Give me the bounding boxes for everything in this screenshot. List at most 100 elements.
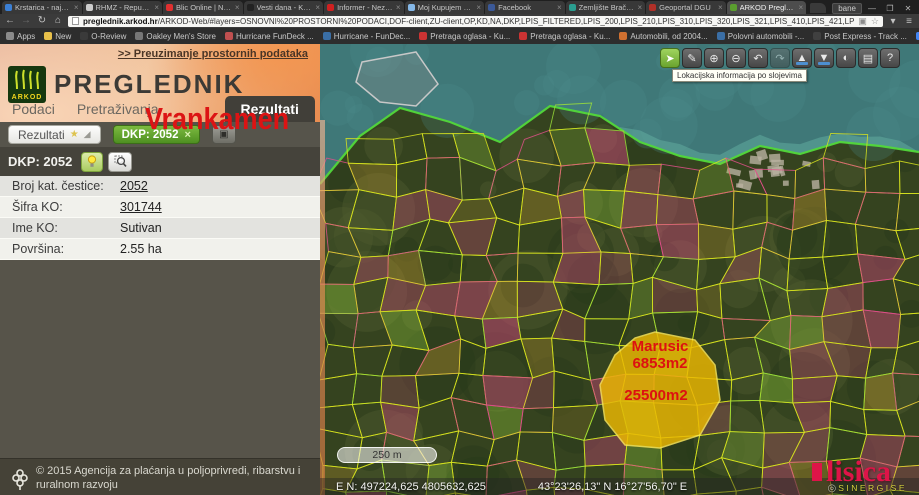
tab-close-icon[interactable]: × [637,4,642,11]
zoom-to-parcel-button[interactable] [108,152,132,172]
browser-tab[interactable]: Informer - Nezavisne...× [324,1,404,14]
bookmark-label: O-Review [91,32,126,41]
tab-label: ARKOD Preglednik [740,3,796,12]
field-label: Površina: [12,242,120,256]
map-shape [678,315,695,332]
bookmark-favicon [619,32,627,40]
home-icon[interactable]: ⌂ [52,15,64,27]
scale-bar: 250 m [337,447,437,463]
new-tab-button[interactable] [810,3,826,13]
map-shape [864,373,897,410]
bookmark-item[interactable]: Pretraga oglasa - Ku... [419,32,510,41]
tab-favicon-icon [488,4,495,11]
map-viewport[interactable]: Marusic 6853m2 25500m2 ➤✎⊕⊖↶↷▲▼◐▤? Lokac… [320,44,919,495]
tab-favicon-icon [247,4,254,11]
map-shape [621,191,658,228]
bookmark-item[interactable]: Pretraga oglasa - Ku... [519,32,610,41]
tab-label: Zemljište Brač produ... [579,3,635,12]
download-spatial-data-link[interactable]: >> Preuzimanje prostornih podataka [118,48,308,60]
reload-icon[interactable]: ↻ [36,15,48,27]
bookmark-item[interactable]: New [44,32,71,41]
tab-favicon-icon [730,4,737,11]
map-shape [656,224,698,260]
tab-strip: Krstarica - najveća p...×RHMZ - Republič… [0,1,807,14]
browser-tab[interactable]: Krstarica - najveća p...× [2,1,82,14]
tab-label: Facebook [498,3,554,12]
map-shape [320,284,358,314]
panel-footer: © 2015 Agencija za plaćanja u poljoprivr… [0,458,320,495]
maximize-button[interactable]: ❐ [882,3,898,14]
bookmark-item[interactable]: Polovni automobili -... [717,32,804,41]
browser-tab[interactable]: Moj Kupujem Prodaj...× [405,1,485,14]
draw-measure-tool[interactable]: ✎ [682,48,702,68]
help-tool[interactable]: ? [880,48,900,68]
bookmark-favicon [519,32,527,40]
tab-close-icon[interactable]: × [396,4,401,11]
tab-close-icon[interactable]: × [315,4,320,11]
overview-globe-tool[interactable]: ◐ [836,48,856,68]
location-info-tool[interactable]: ➤ [660,48,680,68]
browser-tab[interactable]: ARKOD Preglednik× [727,1,807,14]
window-controls: bane — ❐ ✕ [832,3,919,14]
plugin-icon[interactable]: ▣ [858,16,867,27]
previous-extent-tool[interactable]: ↶ [748,48,768,68]
browser-tab[interactable]: Geoportal DGU× [646,1,726,14]
browser-tab[interactable]: Facebook× [485,1,565,14]
close-button[interactable]: ✕ [900,3,916,14]
forward-icon[interactable]: → [20,15,32,27]
selected-parcel-label: DKP: 2052 [8,154,72,169]
copyright-text: © 2015 Agencija za plaćanja u poljoprivr… [36,465,300,491]
browser-tab[interactable]: RHMZ - Republički hi...× [83,1,163,14]
map-shape [557,75,606,124]
zoom-in-tool[interactable]: ⊕ [704,48,724,68]
profile-button[interactable]: bane [832,3,862,14]
bookmark-label: Automobili, od 2004... [630,32,707,41]
tab-close-icon[interactable]: × [235,4,240,11]
results-star-icon: ★ [70,129,79,140]
tab-close-icon[interactable]: × [154,4,159,11]
field-value[interactable]: 301744 [120,200,162,214]
wheat-icon [13,69,41,91]
back-icon[interactable]: ← [4,15,16,27]
parcel-name-label: Marusic [632,338,689,355]
bookmark-label: Pretraga oglasa - Ku... [530,32,610,41]
bookmark-item[interactable]: Oakley Men's Store [135,32,216,41]
zoom-to-extent-tool[interactable]: ▲ [792,48,812,68]
map-shape [817,152,837,172]
bookmark-star-icon[interactable]: ☆ [871,16,879,27]
url-input[interactable]: preglednik.arkod.hr/ARKOD-Web/#layers=OS… [68,16,883,27]
field-value[interactable]: 2052 [120,179,148,193]
minimize-button[interactable]: — [864,3,880,14]
tab-favicon-icon [86,4,93,11]
bookmark-item[interactable]: Post Express - Track ... [813,32,907,41]
zoom-to-scale-tool[interactable]: ▼ [814,48,834,68]
print-tool[interactable]: ▤ [858,48,878,68]
results-dropdown[interactable]: Rezultati ★ ◢ [8,125,101,144]
zoom-out-tool[interactable]: ⊖ [726,48,746,68]
bookmark-item[interactable]: Automobili, od 2004... [619,32,707,41]
tab-close-icon[interactable]: × [557,4,562,11]
highlight-parcel-button[interactable] [81,152,103,172]
field-label: Broj kat. čestice: [12,179,120,193]
table-row: Šifra KO:301744 [0,197,320,218]
map-shape [771,160,784,166]
bookmark-item[interactable]: Hurricane FunDeck ... [225,32,314,41]
map-canvas[interactable]: Marusic 6853m2 25500m2 [320,44,919,495]
tab-close-icon[interactable]: × [74,4,79,11]
browser-tab[interactable]: Zemljište Brač produ...× [566,1,646,14]
browser-tab[interactable]: Vesti dana - Kurir Dn...× [244,1,324,14]
tab-podaci[interactable]: Podaci [0,97,65,122]
tab-close-icon[interactable]: × [798,4,803,11]
browser-tab[interactable]: Blic Online | Najtraž...× [163,1,243,14]
bookmark-label: Post Express - Track ... [824,32,907,41]
url-text: preglednik.arkod.hr/ARKOD-Web/#layers=OS… [83,17,854,26]
extension-icon[interactable]: ▾ [887,16,899,27]
tab-close-icon[interactable]: × [718,4,723,11]
tab-close-icon[interactable]: × [476,4,481,11]
next-extent-tool[interactable]: ↷ [770,48,790,68]
map-shape [364,127,403,166]
bookmark-item[interactable]: O-Review [80,32,126,41]
bookmark-item[interactable]: Hurricane - FunDec... [323,32,410,41]
bookmark-item[interactable]: Apps [6,32,35,41]
menu-icon[interactable]: ≡ [903,16,915,27]
